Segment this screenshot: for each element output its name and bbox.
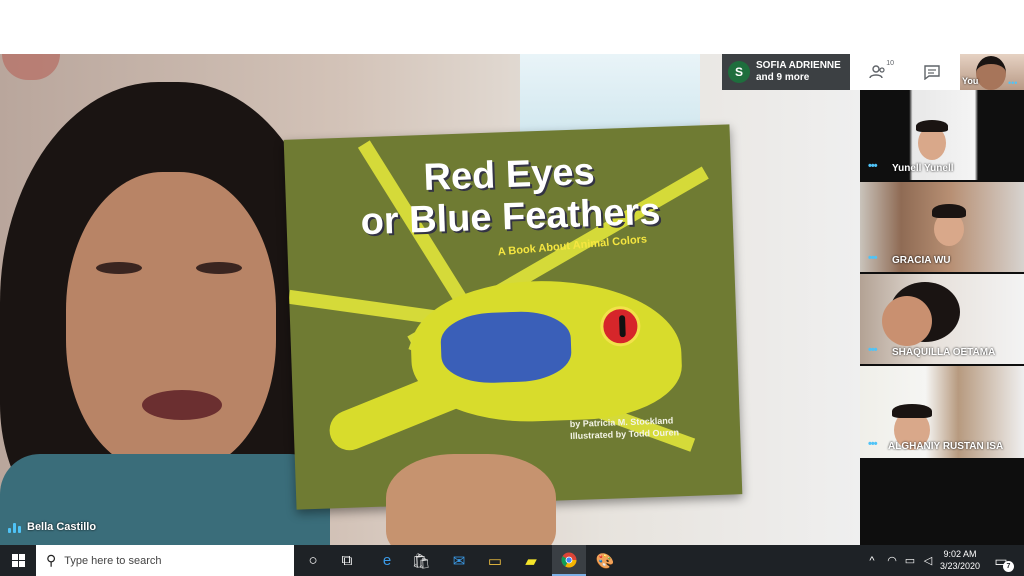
battery-icon: ▭ bbox=[904, 555, 916, 567]
paint-icon: 🎨 bbox=[595, 552, 615, 570]
chat-button[interactable] bbox=[921, 62, 943, 82]
search-icon: ⚲ bbox=[46, 552, 57, 568]
volume-button[interactable]: ◁ bbox=[920, 545, 936, 576]
chat-icon bbox=[924, 64, 940, 80]
presenter-video[interactable]: Red Eyes or Blue Feathers A Book About A… bbox=[0, 54, 860, 545]
taskbar-search-box[interactable]: ⚲ Type here to search bbox=[36, 545, 294, 576]
speaker-icon: ◁ bbox=[923, 555, 933, 567]
self-label: You bbox=[962, 76, 979, 86]
chevron-up-icon: ^ bbox=[869, 554, 875, 567]
action-center-button[interactable]: ▭ 7 bbox=[990, 550, 1014, 572]
mail-button[interactable]: ✉ bbox=[442, 545, 476, 576]
participant-tile[interactable]: ••• GRACIA WU bbox=[860, 182, 1024, 272]
participant-hair bbox=[932, 204, 966, 218]
task-view-icon: ⧉ bbox=[341, 552, 353, 569]
top-blank-area bbox=[0, 0, 1024, 54]
people-button[interactable]: 10 bbox=[868, 60, 894, 82]
avatar: S bbox=[728, 61, 750, 83]
folder-icon: ▭ bbox=[487, 552, 503, 570]
windows-taskbar: ⚲ Type here to search ○ ⧉ e 🛍 ✉ ▭ ▰ 🎨 ^ … bbox=[0, 545, 1024, 576]
participant-tile[interactable]: ••• ALGHANIY RUSTAN ISA bbox=[860, 366, 1024, 458]
file-explorer-button[interactable]: ▭ bbox=[478, 545, 512, 576]
taskbar-clock[interactable]: 9:02 AM 3/23/2020 bbox=[938, 548, 982, 572]
participant-hair bbox=[892, 404, 932, 418]
presenter-hand bbox=[386, 454, 556, 545]
participants-pill[interactable]: S SOFIA ADRIENNE and 9 more bbox=[722, 54, 850, 90]
chrome-icon bbox=[561, 552, 577, 567]
mail-icon: ✉ bbox=[452, 552, 466, 570]
participant-hair bbox=[916, 120, 948, 132]
meeting-top-bar: S SOFIA ADRIENNE and 9 more 10 You ••• bbox=[722, 54, 1024, 90]
audio-indicator-icon: ••• bbox=[868, 160, 878, 172]
network-button[interactable]: ◠ bbox=[884, 545, 900, 576]
paint-button[interactable]: 🎨 bbox=[588, 545, 622, 576]
presenter-face bbox=[66, 172, 276, 472]
self-face bbox=[976, 56, 1006, 90]
background-clock bbox=[2, 54, 60, 80]
task-view-button[interactable]: ⧉ bbox=[330, 545, 364, 576]
wifi-icon: ◠ bbox=[887, 555, 897, 567]
clock-date: 3/23/2020 bbox=[939, 561, 981, 571]
start-button[interactable] bbox=[0, 545, 36, 576]
presenter-right-eye bbox=[196, 262, 242, 274]
battery-button[interactable]: ▭ bbox=[902, 545, 918, 576]
participant-name: ALGHANIY RUSTAN ISA bbox=[888, 441, 1004, 452]
audio-indicator-icon: ••• bbox=[868, 438, 878, 450]
speaking-indicator-icon bbox=[8, 522, 21, 533]
cortana-circle-icon: ○ bbox=[308, 552, 318, 569]
clock-time: 9:02 AM bbox=[943, 549, 977, 559]
participant-name: SHAQUILLA OETAMA bbox=[892, 347, 996, 358]
participant-name: GRACIA WU bbox=[892, 255, 951, 266]
cortana-button[interactable]: ○ bbox=[296, 545, 330, 576]
self-audio-indicator-icon: ••• bbox=[1008, 78, 1018, 88]
edge-icon: e bbox=[382, 552, 392, 569]
participant-tile[interactable]: ••• Yunell Yunell bbox=[860, 90, 1024, 180]
search-placeholder: Type here to search bbox=[64, 554, 162, 567]
sticky-notes-button[interactable]: ▰ bbox=[514, 545, 548, 576]
participants-pill-more: and 9 more bbox=[756, 72, 810, 83]
chrome-button[interactable] bbox=[552, 545, 586, 576]
windows-logo-icon bbox=[11, 554, 25, 567]
edge-button[interactable]: e bbox=[370, 545, 404, 576]
book-title: Red Eyes or Blue Feathers bbox=[318, 147, 701, 244]
show-hidden-icons-button[interactable]: ^ bbox=[864, 545, 880, 576]
book-cover: Red Eyes or Blue Feathers A Book About A… bbox=[283, 124, 743, 510]
presenter-name-label: Bella Castillo bbox=[8, 521, 96, 533]
participant-name: Yunell Yunell bbox=[892, 163, 954, 174]
participant-face bbox=[882, 296, 932, 346]
participant-tile[interactable]: ••• SHAQUILLA OETAMA bbox=[860, 274, 1024, 364]
presenter-mouth bbox=[142, 390, 222, 420]
participants-pill-text: SOFIA ADRIENNE and 9 more bbox=[756, 60, 841, 84]
presenter-name: Bella Castillo bbox=[27, 521, 97, 533]
audio-indicator-icon: ••• bbox=[868, 344, 878, 356]
meeting-stage: Red Eyes or Blue Feathers A Book About A… bbox=[0, 54, 1024, 545]
sticky-notes-icon: ▰ bbox=[525, 552, 537, 570]
store-icon: 🛍 bbox=[411, 552, 431, 570]
notification-badge: 7 bbox=[1003, 561, 1014, 572]
store-button[interactable]: 🛍 bbox=[404, 545, 438, 576]
audio-indicator-icon: ••• bbox=[868, 252, 878, 264]
presenter-left-eye bbox=[96, 262, 142, 274]
book-credits: by Patricia M. Stockland Illustrated by … bbox=[570, 414, 680, 442]
self-view-thumbnail[interactable]: You ••• bbox=[960, 54, 1024, 90]
participants-pill-name: SOFIA ADRIENNE bbox=[756, 60, 841, 71]
people-count: 10 bbox=[886, 60, 894, 67]
frog-blue-side bbox=[439, 310, 573, 385]
